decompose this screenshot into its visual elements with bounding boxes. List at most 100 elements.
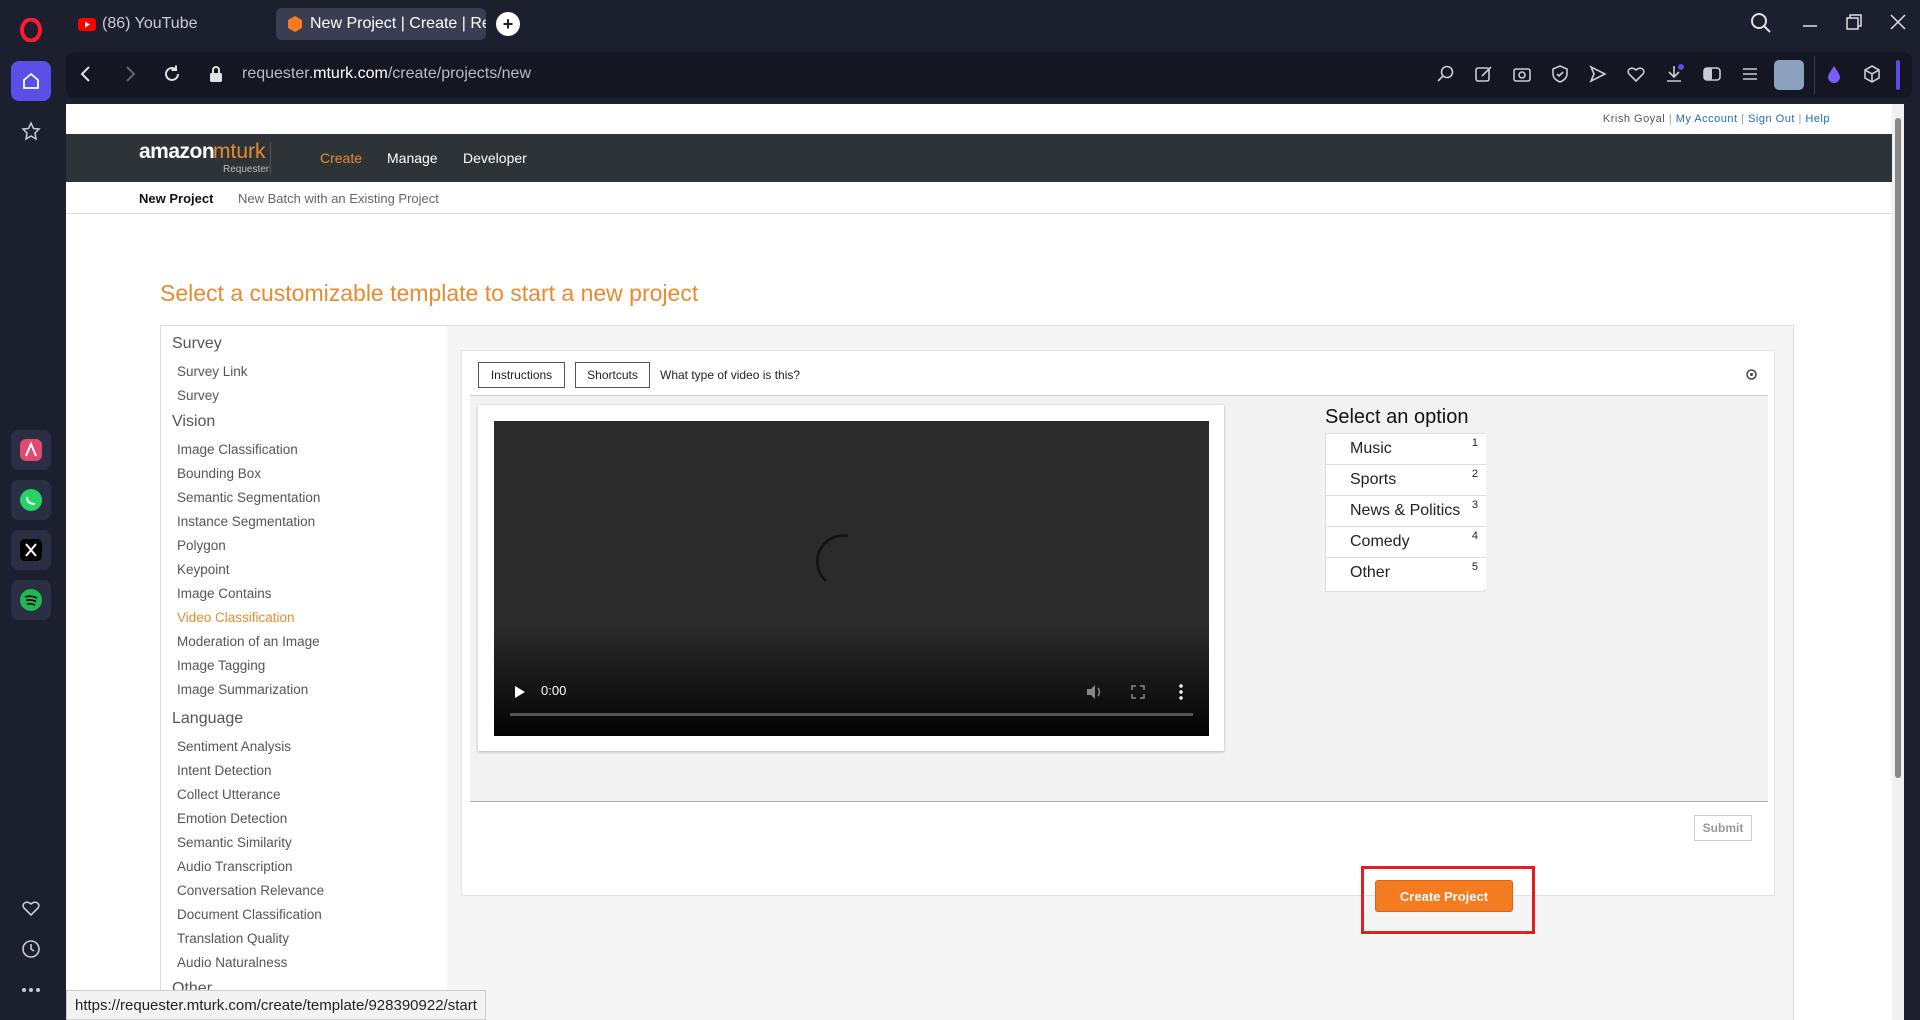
video-player[interactable]: 0:00 xyxy=(494,421,1209,736)
template-item-intent-detection[interactable]: Intent Detection xyxy=(177,763,272,778)
help-link[interactable]: Help xyxy=(1805,113,1830,125)
camera-icon[interactable] xyxy=(1512,64,1532,84)
whatsapp-icon[interactable] xyxy=(11,480,51,520)
spotify-icon[interactable] xyxy=(11,580,51,620)
submit-button[interactable]: Submit xyxy=(1694,815,1752,841)
template-item-collect-utterance[interactable]: Collect Utterance xyxy=(177,787,281,802)
video-controls-gradient xyxy=(494,626,1209,736)
fullscreen-icon[interactable] xyxy=(1131,685,1145,699)
tab-search-icon[interactable] xyxy=(1750,12,1772,34)
download-icon[interactable] xyxy=(1664,64,1684,84)
page-scrollbar[interactable] xyxy=(1892,104,1904,1020)
nav-manage[interactable]: Manage xyxy=(387,150,438,166)
address-divider xyxy=(1814,56,1815,94)
nav-create[interactable]: Create xyxy=(320,150,362,166)
profile-avatar[interactable] xyxy=(1774,60,1804,90)
template-item-emotion-detection[interactable]: Emotion Detection xyxy=(177,811,287,826)
template-preview: Instructions Shortcuts What type of vide… xyxy=(461,350,1775,896)
volume-icon[interactable] xyxy=(1085,684,1103,700)
option-sports[interactable]: Sports 2 xyxy=(1326,465,1486,496)
tab-mturk[interactable]: New Project | Create | Req xyxy=(276,8,486,40)
template-item-translation-quality[interactable]: Translation Quality xyxy=(177,931,289,946)
template-item-audio-naturalness[interactable]: Audio Naturalness xyxy=(177,955,287,970)
lock-icon[interactable] xyxy=(208,65,224,83)
extensions-cube-icon[interactable] xyxy=(1862,64,1882,84)
more-icon[interactable] xyxy=(11,970,51,1010)
easy-setup-icon[interactable] xyxy=(1702,64,1722,84)
sidebar-toggle[interactable] xyxy=(1896,60,1900,90)
instructions-button[interactable]: Instructions xyxy=(478,362,565,388)
main-navbar: amazon mturk Requester Create Manage Dev… xyxy=(66,134,1904,182)
scrollbar-thumb[interactable] xyxy=(1895,118,1901,778)
template-item-image-classification[interactable]: Image Classification xyxy=(177,442,298,457)
extension-drop-icon[interactable] xyxy=(1824,64,1844,84)
template-item-keypoint[interactable]: Keypoint xyxy=(177,562,230,577)
option-other[interactable]: Other 5 xyxy=(1326,558,1486,589)
template-item-survey[interactable]: Survey xyxy=(177,388,219,403)
video-more-icon[interactable] xyxy=(1178,684,1184,700)
address-bar: requester.mturk.com/create/projects/new xyxy=(66,52,1912,98)
url-path: /create/projects/new xyxy=(387,65,532,82)
minimize-icon[interactable] xyxy=(1800,12,1820,32)
nav-developer[interactable]: Developer xyxy=(463,150,527,166)
my-account-link[interactable]: My Account xyxy=(1676,113,1738,125)
create-project-button[interactable]: Create Project xyxy=(1375,880,1513,912)
play-icon[interactable] xyxy=(514,685,526,699)
separator: | xyxy=(1668,113,1673,125)
logo-divider xyxy=(270,142,271,174)
template-item-instance-segmentation[interactable]: Instance Segmentation xyxy=(177,514,315,529)
url-field[interactable]: requester.mturk.com/create/projects/new xyxy=(242,65,531,83)
history-icon[interactable] xyxy=(11,929,51,969)
template-item-document-classification[interactable]: Document Classification xyxy=(177,907,322,922)
sign-out-link[interactable]: Sign Out xyxy=(1748,113,1795,125)
task-footer-divider xyxy=(470,801,1768,802)
user-name: Krish Goyal xyxy=(1602,113,1666,125)
template-item-moderation[interactable]: Moderation of an Image xyxy=(177,634,320,649)
option-news-politics[interactable]: News & Politics 3 xyxy=(1326,496,1486,527)
close-window-icon[interactable] xyxy=(1888,12,1908,32)
template-item-survey-link[interactable]: Survey Link xyxy=(177,364,248,379)
subnav-new-project[interactable]: New Project xyxy=(139,191,213,206)
edit-icon[interactable] xyxy=(1474,64,1494,84)
menu-icon[interactable] xyxy=(1740,64,1760,84)
aria-icon[interactable] xyxy=(11,430,51,470)
template-item-semantic-segmentation[interactable]: Semantic Segmentation xyxy=(177,490,320,505)
mturk-logo[interactable]: amazon mturk Requester xyxy=(139,140,273,178)
template-item-image-tagging[interactable]: Image Tagging xyxy=(177,658,265,673)
template-item-video-classification[interactable]: Video Classification xyxy=(177,610,295,625)
new-tab-plus-icon[interactable]: + xyxy=(496,12,520,36)
opera-logo-icon[interactable] xyxy=(11,10,51,50)
find-in-page-icon[interactable] xyxy=(1436,64,1456,84)
template-item-conversation-relevance[interactable]: Conversation Relevance xyxy=(177,883,324,898)
video-progress-bar[interactable] xyxy=(510,713,1193,716)
template-item-image-summarization[interactable]: Image Summarization xyxy=(177,682,308,697)
settings-gear-icon[interactable] xyxy=(1745,368,1758,381)
template-item-bounding-box[interactable]: Bounding Box xyxy=(177,466,261,481)
favorite-heart-icon[interactable] xyxy=(1626,64,1646,84)
template-item-image-contains[interactable]: Image Contains xyxy=(177,586,272,601)
options-list: Music 1 Sports 2 News & Politics 3 Comed… xyxy=(1325,433,1486,592)
template-item-polygon[interactable]: Polygon xyxy=(177,538,226,553)
restore-icon[interactable] xyxy=(1844,12,1864,32)
heart-icon[interactable] xyxy=(11,888,51,928)
status-bar-url: https://requester.mturk.com/create/templ… xyxy=(66,990,486,1020)
x-twitter-icon[interactable] xyxy=(11,530,51,570)
option-comedy[interactable]: Comedy 4 xyxy=(1326,527,1486,558)
shortcuts-button[interactable]: Shortcuts xyxy=(575,362,650,388)
option-music[interactable]: Music 1 xyxy=(1326,434,1486,465)
send-icon[interactable] xyxy=(1588,64,1608,84)
back-icon[interactable] xyxy=(76,64,96,84)
shield-icon[interactable] xyxy=(1550,64,1570,84)
home-icon[interactable] xyxy=(11,61,51,101)
tab-youtube[interactable]: (86) YouTube xyxy=(68,8,268,40)
logo-mturk: mturk xyxy=(213,140,266,163)
question-text: What type of video is this? xyxy=(660,368,801,382)
reload-icon[interactable] xyxy=(162,64,182,84)
template-item-semantic-similarity[interactable]: Semantic Similarity xyxy=(177,835,292,850)
loading-spinner-icon xyxy=(816,534,849,582)
template-item-audio-transcription[interactable]: Audio Transcription xyxy=(177,859,293,874)
subnav-new-batch[interactable]: New Batch with an Existing Project xyxy=(238,191,439,206)
template-item-sentiment-analysis[interactable]: Sentiment Analysis xyxy=(177,739,291,754)
speed-dial-icon[interactable] xyxy=(11,111,51,151)
forward-icon[interactable] xyxy=(120,64,140,84)
